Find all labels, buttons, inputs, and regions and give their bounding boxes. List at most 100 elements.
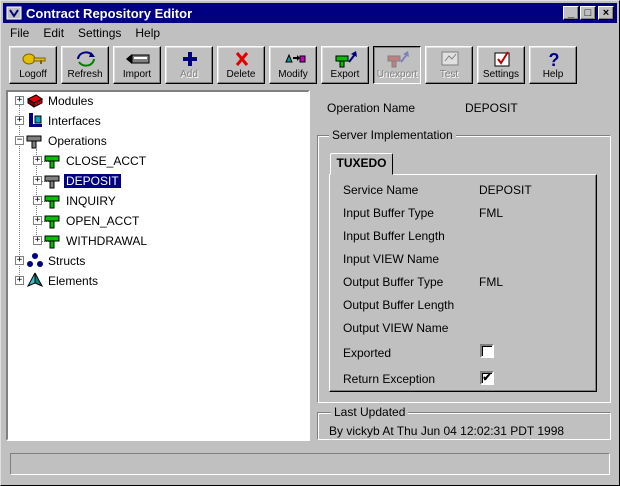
- operation-icon: [44, 155, 60, 169]
- modify-button[interactable]: Modify: [269, 46, 317, 84]
- menu-edit[interactable]: Edit: [36, 24, 71, 40]
- unexport-icon: [387, 51, 409, 68]
- modify-icon: [285, 53, 306, 63]
- tree-node-inquiry[interactable]: + INQUIRY: [26, 192, 298, 210]
- tree-node-elements[interactable]: + Elements: [8, 272, 298, 290]
- tree-node-structs[interactable]: + Structs: [8, 252, 298, 270]
- tree-node-withdrawal[interactable]: + WITHDRAWAL: [26, 232, 298, 250]
- expand-icon[interactable]: +: [15, 96, 24, 105]
- delete-label: Delete: [226, 69, 256, 80]
- expand-icon[interactable]: +: [15, 256, 24, 265]
- tree-label-structs: Structs: [48, 254, 86, 268]
- operation-icon: [44, 215, 60, 229]
- service-name-value: DEPOSIT: [479, 183, 532, 197]
- operation-icon: [44, 195, 60, 209]
- output-buffer-type-label: Output Buffer Type: [343, 275, 444, 289]
- return-exception-label: Return Exception: [343, 372, 436, 386]
- menu-help[interactable]: Help: [128, 24, 167, 40]
- expand-icon[interactable]: +: [33, 196, 42, 205]
- refresh-button[interactable]: Refresh: [61, 46, 109, 84]
- expand-icon[interactable]: +: [33, 236, 42, 245]
- delete-button[interactable]: Delete: [217, 46, 265, 84]
- maximize-button[interactable]: □: [580, 6, 596, 20]
- tree-label-withdrawal: WITHDRAWAL: [66, 234, 148, 248]
- help-button[interactable]: ? Help: [529, 46, 577, 84]
- checklist-icon: [494, 51, 510, 67]
- service-name-label: Service Name: [343, 183, 419, 197]
- tab-tuxedo[interactable]: TUXEDO: [330, 153, 393, 175]
- expand-icon[interactable]: +: [15, 116, 24, 125]
- input-view-name-label: Input VIEW Name: [343, 252, 440, 266]
- tree-node-open-acct[interactable]: + OPEN_ACCT: [26, 212, 298, 230]
- tree-label-modules: Modules: [48, 94, 94, 108]
- refresh-label: Refresh: [67, 69, 103, 80]
- export-icon: [335, 51, 357, 68]
- expand-icon[interactable]: +: [33, 156, 42, 165]
- help-label: Help: [542, 69, 564, 80]
- logoff-label: Logoff: [19, 69, 47, 80]
- return-exception-checkbox[interactable]: ✔: [480, 371, 494, 385]
- last-updated-text: By vickyb At Thu Jun 04 12:02:31 PDT 199…: [329, 424, 565, 438]
- exported-checkbox[interactable]: [480, 344, 494, 358]
- repository-tree[interactable]: + Modules + Interfaces − Operations + CL…: [6, 90, 310, 441]
- window-title: Contract Repository Editor: [26, 6, 193, 21]
- menu-settings[interactable]: Settings: [71, 24, 128, 40]
- struct-icon: [27, 253, 43, 267]
- collapse-icon[interactable]: −: [15, 136, 24, 145]
- import-button[interactable]: Import: [113, 46, 161, 84]
- expand-icon[interactable]: +: [33, 216, 42, 225]
- tree-node-deposit[interactable]: + DEPOSIT: [26, 172, 298, 190]
- settings-label: Settings: [482, 69, 520, 80]
- input-buffer-type-label: Input Buffer Type: [343, 206, 434, 220]
- toolbar: Logoff Refresh Import Add Delete Modify …: [9, 46, 615, 86]
- tree-label-close-acct: CLOSE_ACCT: [66, 154, 147, 168]
- unexport-button[interactable]: Unexport: [373, 46, 421, 84]
- exported-label: Exported: [343, 346, 392, 360]
- add-button[interactable]: Add: [165, 46, 213, 84]
- output-buffer-length-label: Output Buffer Length: [343, 298, 455, 312]
- plus-icon: [183, 52, 197, 66]
- refresh-icon: [77, 51, 95, 67]
- tree-label-deposit: DEPOSIT: [64, 174, 121, 188]
- operation-icon: [26, 135, 42, 149]
- logoff-button[interactable]: Logoff: [9, 46, 57, 84]
- status-bar: [10, 453, 610, 475]
- tree-label-open-acct: OPEN_ACCT: [66, 214, 140, 228]
- main-window: Contract Repository Editor _ □ × File Edi…: [0, 0, 620, 486]
- module-icon: [27, 94, 43, 108]
- tree-label-interfaces: Interfaces: [48, 114, 101, 128]
- minimize-button[interactable]: _: [563, 6, 579, 20]
- last-updated-title: Last Updated: [331, 405, 409, 419]
- svg-text:?: ?: [549, 50, 560, 68]
- tree-label-operations: Operations: [48, 134, 107, 148]
- tree-node-modules[interactable]: + Modules: [8, 92, 298, 110]
- app-icon: [6, 6, 22, 20]
- tree-node-close-acct[interactable]: + CLOSE_ACCT: [26, 152, 298, 170]
- test-label: Test: [439, 69, 459, 80]
- modify-label: Modify: [278, 69, 308, 80]
- settings-button[interactable]: Settings: [477, 46, 525, 84]
- element-icon: [26, 272, 44, 288]
- test-button[interactable]: Test: [425, 46, 473, 84]
- tree-label-inquiry: INQUIRY: [66, 194, 116, 208]
- tree-label-elements: Elements: [48, 274, 99, 288]
- title-bar[interactable]: Contract Repository Editor _ □ ×: [3, 3, 617, 23]
- close-button[interactable]: ×: [598, 6, 614, 20]
- question-icon: ?: [549, 50, 560, 68]
- input-buffer-type-value: FML: [479, 206, 503, 220]
- operation-icon: [44, 175, 60, 189]
- menu-file[interactable]: File: [3, 24, 36, 40]
- operation-name-label: Operation Name: [327, 101, 416, 115]
- input-buffer-length-label: Input Buffer Length: [343, 229, 445, 243]
- interface-icon: [29, 113, 42, 127]
- test-icon: [441, 51, 459, 66]
- export-button[interactable]: Export: [321, 46, 369, 84]
- unexport-label: Unexport: [376, 69, 418, 80]
- detail-panel: Operation Name DEPOSIT Server Implementa…: [313, 90, 615, 441]
- import-icon: [126, 54, 150, 64]
- tree-node-operations[interactable]: − Operations: [8, 132, 298, 150]
- expand-icon[interactable]: +: [33, 176, 42, 185]
- operation-name-value: DEPOSIT: [465, 101, 518, 115]
- tree-node-interfaces[interactable]: + Interfaces: [8, 112, 298, 130]
- expand-icon[interactable]: +: [15, 276, 24, 285]
